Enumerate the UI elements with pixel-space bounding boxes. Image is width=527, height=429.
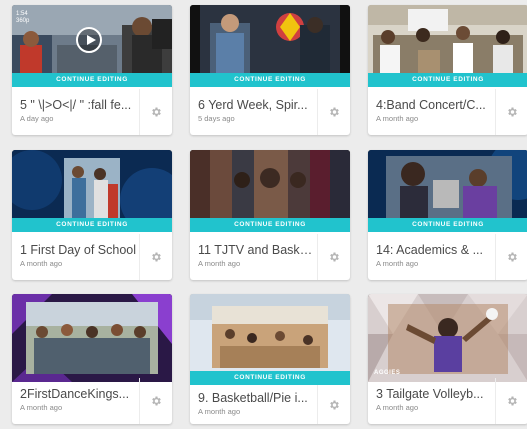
card-info: 4:Band Concert/C... A month ago bbox=[368, 89, 494, 135]
project-card-5[interactable]: CONTINUE EDITING 11 TJTV and Baske... A … bbox=[190, 150, 350, 280]
resolution-label: 360p bbox=[16, 18, 30, 24]
card-info: 2FirstDanceKings... A month ago bbox=[12, 378, 138, 424]
project-date: A month ago bbox=[20, 259, 63, 268]
card-info: 5 " \|>O<|/ " :fall fe... A day ago bbox=[12, 89, 138, 135]
continue-editing-button[interactable]: CONTINUE EDITING bbox=[190, 73, 350, 87]
card-info: 14: Academics & ... A month ago bbox=[368, 234, 494, 280]
gear-icon bbox=[508, 252, 517, 262]
continue-editing-button[interactable]: CONTINUE EDITING bbox=[190, 371, 350, 385]
continue-editing-button[interactable]: CONTINUE EDITING bbox=[368, 218, 527, 232]
card-info: 11 TJTV and Baske... A month ago bbox=[190, 234, 316, 280]
thumbnail-image bbox=[368, 294, 527, 382]
project-thumbnail[interactable]: CONTINUE EDITING bbox=[190, 294, 350, 385]
card-info: 3 Tailgate Volleyb... A month ago bbox=[368, 378, 494, 424]
gear-icon bbox=[152, 252, 161, 262]
project-title[interactable]: 11 TJTV and Baske... bbox=[198, 243, 316, 257]
card-info: 9. Basketball/Pie i... A month ago bbox=[190, 385, 316, 424]
settings-button[interactable] bbox=[317, 89, 350, 135]
project-card-7[interactable]: 2FirstDanceKings... A month ago bbox=[12, 294, 172, 424]
project-date: A day ago bbox=[20, 114, 54, 123]
project-thumbnail[interactable]: CONTINUE EDITING bbox=[190, 150, 350, 232]
timecode: 1:54 360p bbox=[16, 11, 29, 25]
project-thumbnail[interactable]: CONTINUE EDITING bbox=[12, 150, 172, 232]
project-date: A month ago bbox=[198, 407, 241, 416]
project-title[interactable]: 9. Basketball/Pie i... bbox=[198, 391, 316, 405]
project-date: A month ago bbox=[376, 114, 419, 123]
project-thumbnail[interactable]: CONTINUE EDITING bbox=[368, 5, 527, 87]
card-info: 6 Yerd Week, Spir... 5 days ago bbox=[190, 89, 316, 135]
project-thumbnail[interactable]: AGGIES bbox=[368, 294, 527, 382]
project-card-2[interactable]: CONTINUE EDITING 6 Yerd Week, Spir... 5 … bbox=[190, 5, 350, 135]
project-card-4[interactable]: CONTINUE EDITING 1 First Day of School A… bbox=[12, 150, 172, 280]
project-thumbnail[interactable]: CONTINUE EDITING bbox=[368, 150, 527, 232]
gear-icon bbox=[508, 396, 517, 406]
settings-button[interactable] bbox=[495, 378, 527, 424]
project-title[interactable]: 4:Band Concert/C... bbox=[376, 98, 494, 112]
project-title[interactable]: 2FirstDanceKings... bbox=[20, 387, 138, 401]
gear-icon bbox=[152, 396, 161, 406]
project-card-3[interactable]: CONTINUE EDITING 4:Band Concert/C... A m… bbox=[368, 5, 527, 135]
project-date: 5 days ago bbox=[198, 114, 235, 123]
thumbnail-image bbox=[12, 294, 172, 382]
continue-editing-button[interactable]: CONTINUE EDITING bbox=[12, 73, 172, 87]
project-thumbnail[interactable] bbox=[12, 294, 172, 382]
gear-icon bbox=[330, 252, 339, 262]
project-date: A month ago bbox=[20, 403, 63, 412]
continue-editing-button[interactable]: CONTINUE EDITING bbox=[368, 73, 527, 87]
settings-button[interactable] bbox=[139, 378, 172, 424]
gear-icon bbox=[152, 107, 161, 117]
settings-button[interactable] bbox=[317, 234, 350, 280]
play-icon[interactable] bbox=[76, 27, 102, 53]
project-date: A month ago bbox=[198, 259, 241, 268]
project-thumbnail[interactable]: CONTINUE EDITING bbox=[190, 5, 350, 87]
continue-editing-button[interactable]: CONTINUE EDITING bbox=[190, 218, 350, 232]
duration-label: 1:54 bbox=[16, 11, 28, 17]
team-watermark: AGGIES bbox=[374, 370, 401, 376]
project-title[interactable]: 1 First Day of School bbox=[20, 243, 138, 257]
project-card-6[interactable]: CONTINUE EDITING 14: Academics & ... A m… bbox=[368, 150, 527, 280]
project-title[interactable]: 6 Yerd Week, Spir... bbox=[198, 98, 316, 112]
settings-button[interactable] bbox=[495, 234, 527, 280]
project-title[interactable]: 14: Academics & ... bbox=[376, 243, 494, 257]
project-card-9[interactable]: AGGIES 3 Tailgate Volleyb... A month ago bbox=[368, 294, 527, 424]
settings-button[interactable] bbox=[139, 234, 172, 280]
project-date: A month ago bbox=[376, 403, 419, 412]
settings-button[interactable] bbox=[495, 89, 527, 135]
settings-button[interactable] bbox=[139, 89, 172, 135]
gear-icon bbox=[330, 107, 339, 117]
continue-editing-button[interactable]: CONTINUE EDITING bbox=[12, 218, 172, 232]
project-title[interactable]: 5 " \|>O<|/ " :fall fe... bbox=[20, 98, 138, 112]
project-title[interactable]: 3 Tailgate Volleyb... bbox=[376, 387, 494, 401]
settings-button[interactable] bbox=[317, 385, 350, 424]
gear-icon bbox=[508, 107, 517, 117]
card-info: 1 First Day of School A month ago bbox=[12, 234, 138, 280]
gear-icon bbox=[330, 400, 339, 409]
project-thumbnail[interactable]: 1:54 360p CONTINUE EDITING bbox=[12, 5, 172, 87]
project-card-8[interactable]: CONTINUE EDITING 9. Basketball/Pie i... … bbox=[190, 294, 350, 424]
project-date: A month ago bbox=[376, 259, 419, 268]
project-card-1[interactable]: 1:54 360p CONTINUE EDITING 5 " \|>O<|/ "… bbox=[12, 5, 172, 135]
